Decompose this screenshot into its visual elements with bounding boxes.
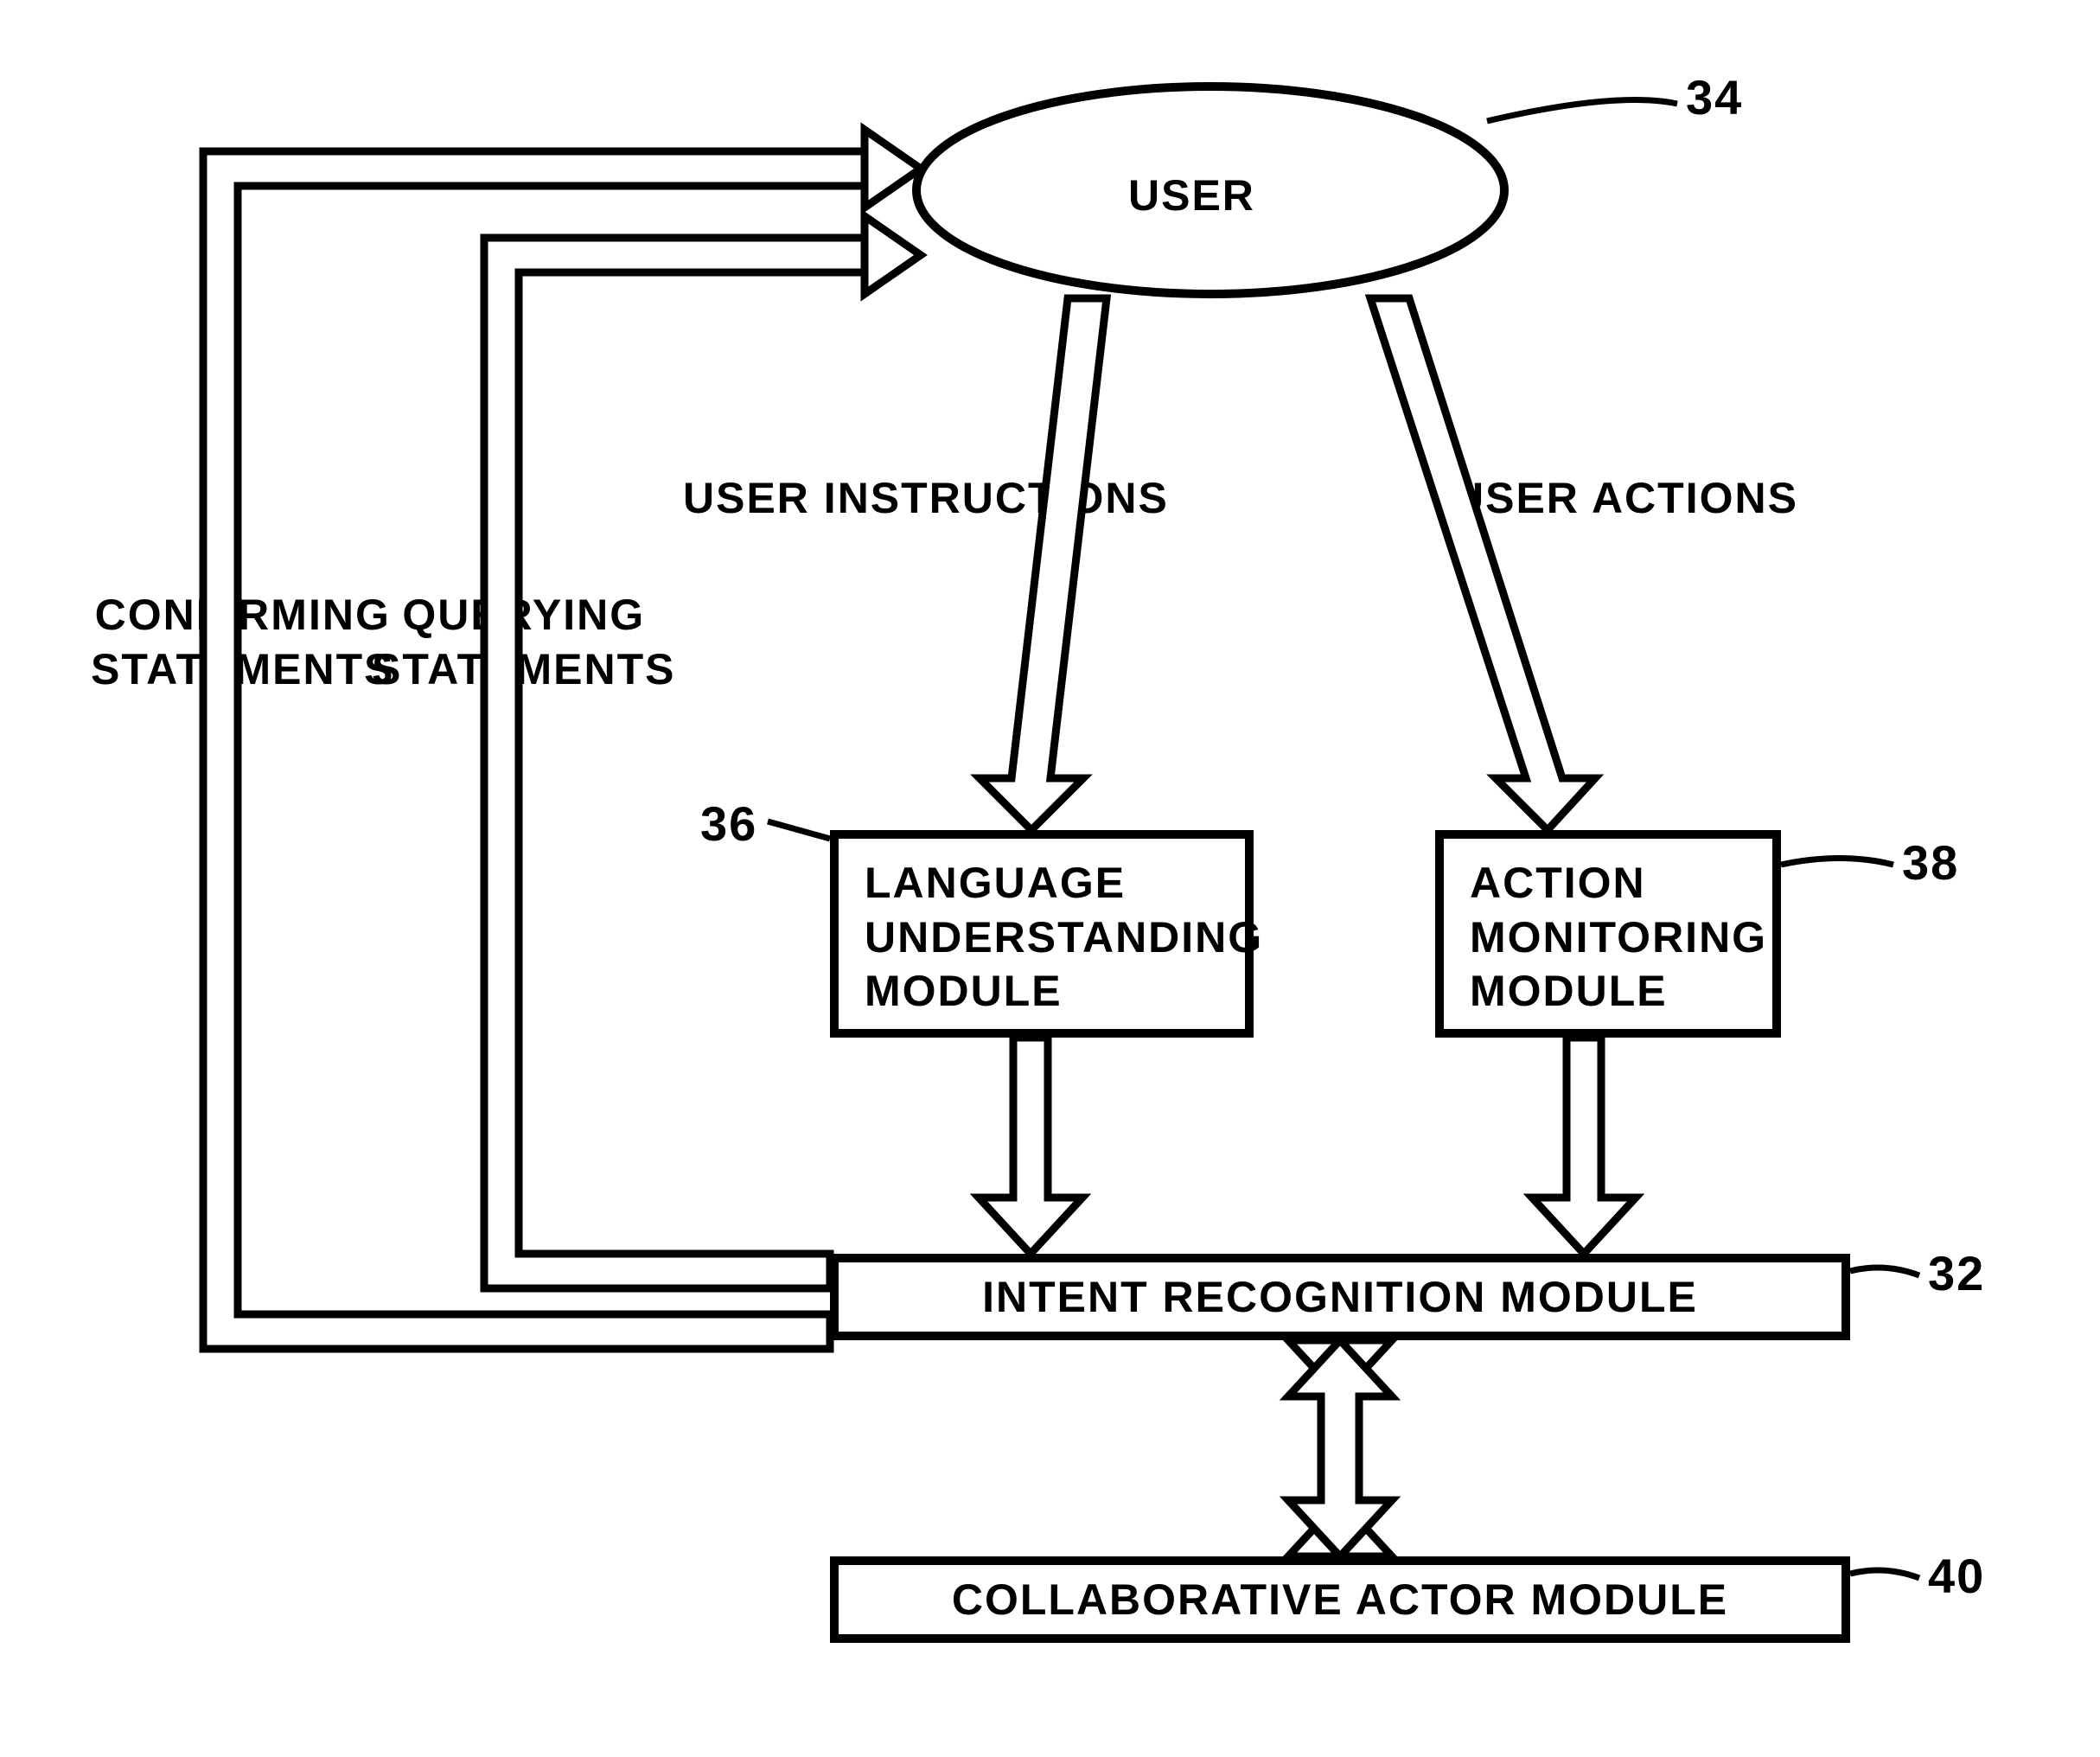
user-label: USER <box>1128 169 1255 223</box>
user-actions-label: USER ACTIONS <box>1452 471 1798 526</box>
ref-intent: 32 <box>1928 1245 1985 1301</box>
collaborative-actor-module: COLLABORATIVE ACTOR MODULE <box>830 1556 1850 1643</box>
arrow-user-actions <box>1370 298 1595 830</box>
arrow-querying <box>484 216 921 1288</box>
arrow-confirming <box>203 130 921 1349</box>
language-module-text: LANGUAGEUNDERSTANDINGMODULE <box>865 856 1263 1019</box>
ref-collab: 40 <box>1928 1548 1985 1604</box>
user-instructions-label: USER INSTRUCTIONS <box>683 471 1169 526</box>
arrow-intent-collab-clean <box>1288 1340 1392 1556</box>
language-understanding-module: LANGUAGEUNDERSTANDINGMODULE <box>830 830 1254 1038</box>
action-monitoring-module: ACTIONMONITORINGMODULE <box>1435 830 1781 1038</box>
arrow-action-to-intent <box>1532 1038 1636 1254</box>
diagram-canvas: USER LANGUAGEUNDERSTANDINGMODULE ACTIONM… <box>0 0 2100 1757</box>
ref-user: 34 <box>1686 69 1743 125</box>
querying-statements-label: QUERYINGSTATEMENTS <box>372 588 675 696</box>
intent-recognition-module: INTENT RECOGNITION MODULE <box>830 1254 1850 1340</box>
arrow-user-instructions <box>980 298 1107 830</box>
arrow-language-to-intent <box>979 1038 1082 1254</box>
action-module-text: ACTIONMONITORINGMODULE <box>1470 856 1767 1019</box>
ref-language: 36 <box>700 795 757 852</box>
confirming-statements-label: CONFIRMINGSTATEMENTS <box>91 588 394 696</box>
arrow-intent-collab <box>1288 1340 1392 1556</box>
collab-module-text: COLLABORATIVE ACTOR MODULE <box>865 1573 1816 1627</box>
intent-module-text: INTENT RECOGNITION MODULE <box>865 1270 1816 1325</box>
ref-action: 38 <box>1902 834 1959 891</box>
